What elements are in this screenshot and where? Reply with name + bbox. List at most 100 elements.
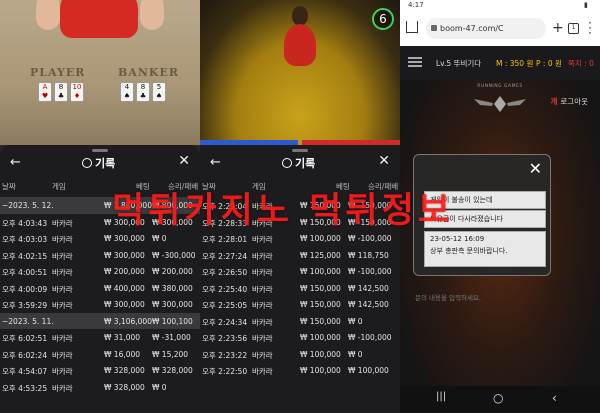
history-icon: [282, 158, 292, 168]
logout-link[interactable]: 개 로그아웃: [550, 96, 588, 107]
row-bet: ₩ 3,106,000: [104, 316, 152, 326]
row-bet: ₩ 328,000: [104, 366, 145, 375]
player-card: 10 ♦: [70, 82, 84, 102]
close-icon[interactable]: ✕: [378, 153, 390, 169]
table-row[interactable]: 오후 2:22:50 바카라 ₩ 100,000 ₩ 100,000: [200, 362, 400, 379]
row-game: 바카라: [252, 334, 273, 343]
row-time: 오후 2:23:56: [202, 334, 248, 343]
table-row[interactable]: 오후 6:02:24 바카라 ₩ 16,000 ₩ 15,200: [0, 346, 200, 363]
table-row[interactable]: 오후 3:59:29 바카라 ₩ 300,000 ₩ 300,000: [0, 296, 200, 313]
row-bet: ₩ 100,000: [300, 349, 341, 359]
row-game: 바카라: [252, 284, 273, 294]
sheet-header: ← 기록 ✕: [200, 153, 400, 175]
sheet-title-text: 기록: [295, 157, 316, 170]
table-row[interactable]: 오후 2:25:05 바카라 ₩ 150,000 ₩ 142,500: [200, 296, 400, 313]
row-game: 바카라: [252, 235, 273, 244]
table-row[interactable]: 오후 2:23:22 바카라 ₩ 100,000 ₩ 0: [200, 346, 400, 363]
row-bet: ₩ 100,000: [300, 267, 341, 276]
row-bet: ₩ 400,000: [104, 283, 145, 293]
table-row[interactable]: 오후 2:25:40 바카라 ₩ 150,000 ₩ 142,500: [200, 280, 400, 297]
row-result: ₩ 300,000: [152, 300, 193, 309]
row-result: ₩ 0: [348, 349, 363, 359]
sheet-grip-handle[interactable]: [92, 149, 108, 152]
row-result: ₩ 0: [152, 234, 167, 243]
address-bar[interactable]: boom-47.com/C: [426, 18, 546, 39]
table-row[interactable]: 오후 2:24:34 바카라 ₩ 150,000 ₩ 0: [200, 313, 400, 330]
back-button-icon[interactable]: ‹: [552, 391, 557, 405]
table-row[interactable]: 오후 6:02:51 바카라 ₩ 31,000 ₩ -31,000: [0, 329, 200, 346]
row-time: 오후 2:28:01: [202, 235, 248, 244]
row-time: 오후 6:02:24: [2, 350, 48, 360]
table-row[interactable]: 오후 4:53:25 바카라 ₩ 328,000 ₩ 0: [0, 379, 200, 396]
table-row[interactable]: 오후 4:54:07 바카라 ₩ 328,000 ₩ 328,000: [0, 362, 200, 379]
screenshot-collage: PLAYER BANKER A ♥ 8 ♣ 10 ♦ 4 ♠ 8 ♣ 5 ♠ ← 기록 ✕ …: [0, 0, 600, 413]
table-row[interactable]: 오후 4:00:51 바카라 ₩ 200,000 ₩ 200,000: [0, 263, 200, 280]
watermark-text: 먹튀카지노 먹튀정보: [112, 191, 454, 231]
table-row[interactable]: 오후 2:23:56 바카라 ₩ 100,000 ₩ -100,000: [200, 329, 400, 346]
table-banker-label: BANKER: [118, 66, 179, 79]
live-baccarat-video: PLAYER BANKER A ♥ 8 ♣ 10 ♦ 4 ♠ 8 ♣ 5 ♠: [0, 0, 200, 145]
row-time: 오후 6:02:51: [2, 334, 48, 343]
recent-apps-icon[interactable]: |||: [436, 391, 446, 402]
row-time: 오후 4:03:43: [2, 218, 48, 228]
row-time: 오후 2:26:50: [202, 268, 248, 277]
date-group-row[interactable]: ~2023. 5. 11. ₩ 3,106,000 ₩ 100,100: [0, 312, 200, 329]
status-time: 4:17: [408, 1, 424, 9]
overflow-menu-icon[interactable]: · · ·: [588, 17, 592, 39]
tab-count-icon[interactable]: 1: [568, 23, 579, 34]
row-result: ₩ 100,000: [348, 366, 389, 375]
sheet-grip-handle[interactable]: [292, 149, 308, 152]
money-balance: M : 350 원: [496, 59, 534, 68]
row-result: ₩ 380,000: [152, 283, 193, 293]
point-balance: P : 0 원: [536, 59, 562, 68]
row-bet: ₩ 150,000: [300, 283, 341, 293]
back-arrow-icon[interactable]: ←: [10, 155, 21, 170]
hamburger-menu-icon[interactable]: [408, 57, 422, 67]
new-tab-icon[interactable]: +: [552, 20, 564, 36]
row-bet: ₩ 16,000: [104, 349, 141, 359]
row-result: ₩ 0: [348, 316, 363, 326]
row-time: 오후 2:25:40: [202, 284, 248, 294]
home-button-icon[interactable]: ○: [493, 391, 503, 405]
row-time: 오후 4:03:03: [2, 235, 48, 244]
row-bet: ₩ 125,000: [300, 250, 341, 260]
row-date: ~2023. 5. 12.: [2, 201, 54, 210]
row-bet: ₩ 100,000: [300, 333, 341, 342]
logout-label: 로그아웃: [560, 97, 588, 106]
row-bet: ₩ 300,000: [104, 250, 145, 260]
col-date: 날짜: [2, 182, 16, 191]
close-icon[interactable]: ✕: [529, 159, 542, 178]
popup-notice: 상부 총판측 문의바랍니다.: [430, 247, 508, 255]
row-result: ₩ -100,000: [348, 234, 392, 243]
table-row[interactable]: 오후 2:26:50 바카라 ₩ 100,000 ₩ -100,000: [200, 263, 400, 280]
row-result: ₩ -300,000: [152, 250, 196, 260]
row-result: ₩ 15,200: [152, 349, 189, 359]
back-arrow-icon[interactable]: ←: [210, 155, 221, 170]
row-bet: ₩ 300,000: [104, 300, 145, 309]
table-row[interactable]: 오후 4:00:09 바카라 ₩ 400,000 ₩ 380,000: [0, 280, 200, 297]
table-row[interactable]: 오후 4:02:15 바카라 ₩ 300,000 ₩ -300,000: [0, 247, 200, 264]
site-header: Lv.5 뚜비기다 M : 350 원 P : 0 원 쪽지 : 0: [400, 46, 600, 80]
dealer-arm: [140, 0, 164, 30]
row-bet: ₩ 300,000: [104, 234, 145, 243]
row-result: ₩ 142,500: [348, 283, 389, 293]
row-game: 바카라: [252, 301, 273, 310]
row-time: 오후 3:59:29: [2, 301, 48, 310]
row-game: 바카라: [52, 218, 73, 228]
home-icon[interactable]: [406, 21, 418, 33]
table-player-label: PLAYER: [30, 66, 86, 79]
row-game: 바카라: [52, 383, 73, 393]
site-logo-text: RUNNING GAMES: [477, 84, 523, 89]
message-count[interactable]: 쪽지 : 0: [568, 58, 594, 69]
banker-card: 5 ♠: [152, 82, 166, 102]
close-icon[interactable]: ✕: [178, 153, 190, 169]
row-result: ₩ -100,000: [348, 267, 392, 276]
row-time: 오후 4:53:25: [2, 383, 48, 393]
banker-card: 8 ♣: [136, 82, 150, 102]
row-game: 바카라: [52, 301, 73, 310]
battery-icon: ▮: [584, 1, 588, 9]
row-result: ₩ 100,100: [152, 316, 193, 326]
row-time: 오후 2:25:05: [202, 301, 248, 310]
table-row[interactable]: 오후 2:27:24 바카라 ₩ 125,000 ₩ 118,750: [200, 247, 400, 264]
inquiry-input[interactable]: 문의 내용을 입력하세요.: [415, 292, 481, 302]
